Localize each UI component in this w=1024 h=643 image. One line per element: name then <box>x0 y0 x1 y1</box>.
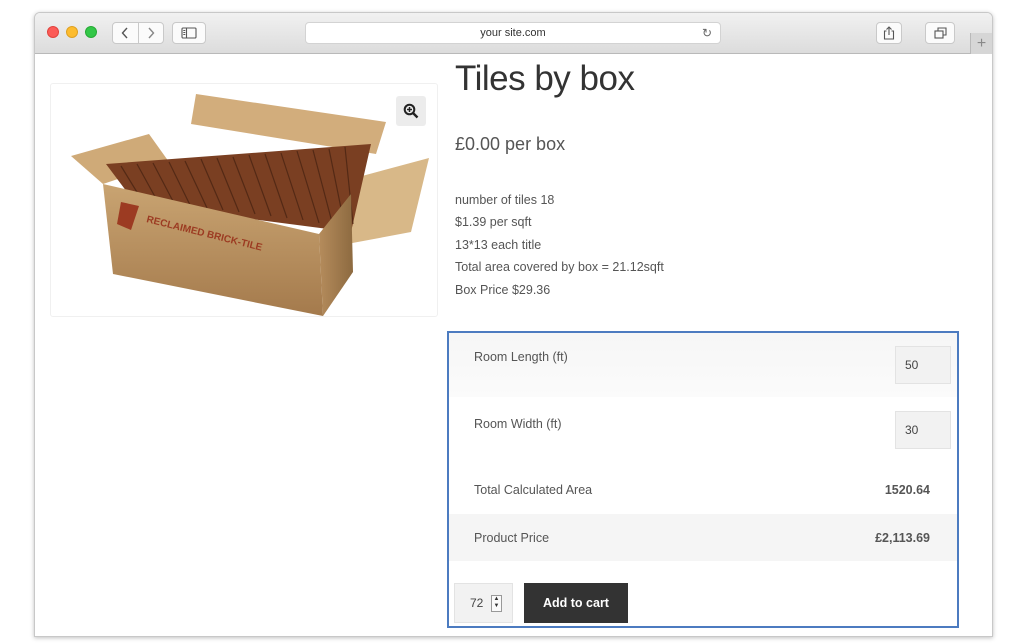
zoom-window-button[interactable] <box>85 26 97 38</box>
magnifier-plus-icon <box>403 103 419 119</box>
product-price-label: Product Price <box>474 531 550 545</box>
room-width-row: Room Width (ft) 30 <box>449 397 957 464</box>
area-calculator: Room Length (ft) 50 Room Width (ft) 30 T… <box>447 331 959 628</box>
product-price: £0.00 per box <box>455 134 566 154</box>
sidebar-icon <box>181 27 197 39</box>
product-title: Tiles by box <box>455 59 635 98</box>
nav-buttons <box>112 22 164 44</box>
room-width-label: Room Width (ft) <box>474 417 562 431</box>
description-line: Total area covered by box = 21.12sqft <box>455 260 664 275</box>
tile-box-image: RECLAIMED BRICK-TILE <box>71 94 429 316</box>
plus-icon: + <box>976 34 987 52</box>
quantity-value: 72 <box>470 596 484 610</box>
total-area-row: Total Calculated Area 1520.64 <box>449 464 957 514</box>
description-line: number of tiles 18 <box>455 193 555 207</box>
browser-window: your site.com ↻ + RECLAIMED BRICK-TILE T… <box>34 12 993 637</box>
tabs-overview-button[interactable] <box>925 22 955 44</box>
share-button[interactable] <box>876 22 902 44</box>
description-line: 13*13 each title <box>455 237 542 252</box>
page-content: RECLAIMED BRICK-TILE Tiles by box £0.00 … <box>35 54 992 636</box>
address-bar[interactable]: your site.com ↻ <box>305 22 721 44</box>
product-description: number of tiles 18 $1.39 per sqft 13*13 … <box>455 189 664 301</box>
product-price-row: Product Price £2,113.69 <box>449 514 957 561</box>
add-to-cart-button[interactable]: Add to cart <box>524 583 628 623</box>
reload-icon[interactable]: ↻ <box>702 26 712 40</box>
back-button[interactable] <box>113 23 138 43</box>
total-area-value: 1520.64 <box>884 483 930 497</box>
description-line: $1.39 per sqft <box>455 215 532 230</box>
zoom-button[interactable] <box>396 96 426 126</box>
room-length-row: Room Length (ft) 50 <box>449 333 957 397</box>
chevron-right-icon <box>148 27 155 39</box>
sidebar-button[interactable] <box>172 22 206 44</box>
quantity-stepper[interactable]: 72 ▲ ▼ <box>454 583 513 623</box>
close-window-button[interactable] <box>47 26 59 38</box>
product-image[interactable]: RECLAIMED BRICK-TILE <box>50 83 438 317</box>
product-price-value: £2,113.69 <box>875 531 930 545</box>
forward-button[interactable] <box>137 23 163 43</box>
minimize-window-button[interactable] <box>66 26 78 38</box>
description-line: Box Price $29.36 <box>455 282 551 297</box>
room-width-input[interactable]: 30 <box>895 411 951 449</box>
address-text: your site.com <box>480 27 546 39</box>
chevron-left-icon <box>122 27 129 39</box>
total-area-label: Total Calculated Area <box>474 483 593 497</box>
tabs-overview-icon <box>933 27 947 39</box>
room-length-input[interactable]: 50 <box>895 346 951 384</box>
share-icon <box>883 26 895 40</box>
browser-toolbar: your site.com ↻ + <box>35 13 992 54</box>
spin-arrows-icon[interactable]: ▲ ▼ <box>491 595 502 612</box>
new-tab-button[interactable]: + <box>970 33 992 54</box>
room-length-label: Room Length (ft) <box>474 350 568 364</box>
